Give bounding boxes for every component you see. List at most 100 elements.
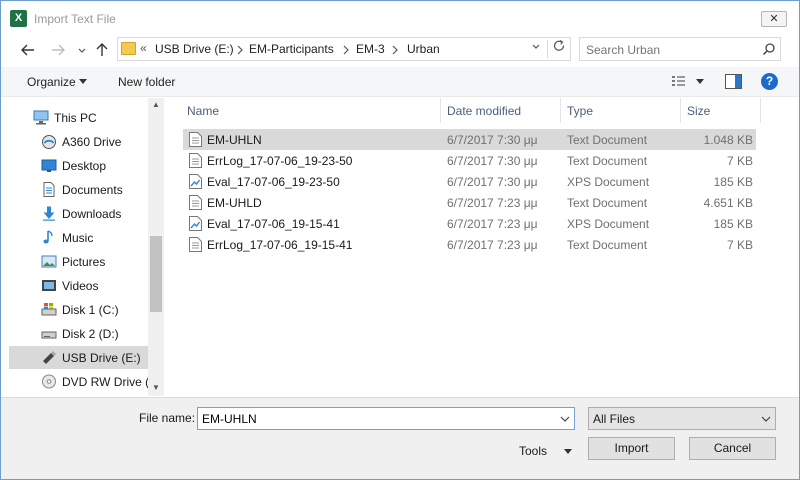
file-date: 6/7/2017 7:23 μμ — [447, 238, 538, 252]
view-list-icon[interactable] — [671, 75, 687, 89]
nav-item-a360-drive[interactable]: A360 Drive — [9, 130, 148, 153]
downloads-icon — [43, 206, 55, 221]
cancel-button[interactable]: Cancel — [689, 437, 776, 460]
music-icon — [43, 230, 53, 244]
nav-item-videos[interactable]: Videos — [9, 274, 148, 297]
tools-label: Tools — [519, 444, 548, 458]
refresh-button[interactable] — [549, 39, 569, 59]
nav-item-label: This PC — [54, 111, 97, 125]
address-dropdown-button[interactable] — [526, 39, 546, 59]
column-header-size[interactable]: Size — [681, 98, 761, 123]
chevron-down-icon[interactable] — [558, 411, 572, 427]
nav-item-usb-drive[interactable]: USB Drive (E:) — [9, 346, 148, 369]
nav-item-label: Downloads — [62, 207, 122, 221]
file-type: XPS Document — [567, 175, 650, 189]
import-text-file-dialog: X Import Text File ✕ « USB Drive (E:) EM… — [0, 0, 800, 480]
back-button[interactable] — [18, 40, 38, 60]
nav-item-downloads[interactable]: Downloads — [9, 202, 148, 225]
preview-pane-icon[interactable] — [725, 74, 742, 89]
nav-item-label: Disk 1 (C:) — [62, 303, 119, 317]
tools-menu[interactable]: Tools — [519, 441, 577, 463]
arrow-right-icon — [52, 44, 65, 56]
file-type: Text Document — [567, 133, 648, 147]
chevron-down-icon[interactable] — [759, 411, 773, 427]
file-row[interactable]: EM-UHLN 6/7/2017 7:30 μμ Text Document 1… — [183, 129, 756, 150]
file-type-filter[interactable]: All Files — [588, 407, 776, 430]
nav-item-music[interactable]: Music — [9, 226, 148, 249]
column-header-type[interactable]: Type — [561, 98, 681, 123]
column-header-name[interactable]: Name — [181, 98, 441, 123]
command-toolbar: Organize New folder ? — [1, 67, 799, 97]
recent-locations-button[interactable] — [72, 40, 92, 60]
file-name: ErrLog_17-07-06_19-15-41 — [207, 238, 353, 252]
nav-item-label: Music — [62, 231, 94, 245]
chevron-right-icon[interactable] — [236, 45, 244, 55]
nav-item-label: Pictures — [62, 255, 106, 269]
file-date: 6/7/2017 7:23 μμ — [447, 196, 538, 210]
caret-down-icon — [564, 449, 572, 454]
windows-drive-icon — [41, 303, 57, 316]
file-row[interactable]: Eval_17-07-06_19-23-50 6/7/2017 7:30 μμ … — [183, 171, 756, 192]
file-name-combobox[interactable] — [197, 407, 575, 430]
nav-item-pictures[interactable]: Pictures — [9, 250, 148, 273]
search-icon[interactable] — [762, 42, 776, 56]
caret-down-icon[interactable] — [696, 79, 704, 85]
import-button[interactable]: Import — [588, 437, 675, 460]
address-divider — [547, 40, 548, 58]
nav-item-dvd-rw-drive[interactable]: DVD RW Drive (F — [9, 370, 156, 393]
organize-menu[interactable]: Organize — [27, 75, 76, 89]
usb-drive-icon — [43, 351, 56, 364]
file-row[interactable]: ErrLog_17-07-06_19-15-41 6/7/2017 7:23 μ… — [183, 234, 756, 255]
file-row[interactable]: ErrLog_17-07-06_19-23-50 6/7/2017 7:30 μ… — [183, 150, 756, 171]
file-name: ErrLog_17-07-06_19-23-50 — [207, 154, 353, 168]
new-folder-button[interactable]: New folder — [118, 75, 175, 89]
forward-button[interactable] — [48, 40, 68, 60]
column-header-date-modified[interactable]: Date modified — [441, 98, 561, 123]
file-row[interactable]: EM-UHLD 6/7/2017 7:23 μμ Text Document 4… — [183, 192, 756, 213]
column-header-label: Size — [687, 104, 711, 118]
file-row[interactable]: Eval_17-07-06_19-15-41 6/7/2017 7:23 μμ … — [183, 213, 756, 234]
nav-item-label: A360 Drive — [62, 135, 122, 149]
refresh-icon — [553, 39, 565, 51]
file-date: 6/7/2017 7:23 μμ — [447, 217, 538, 231]
up-button[interactable] — [92, 40, 112, 60]
address-bar[interactable]: « USB Drive (E:) EM-Participants EM-3 Ur… — [117, 37, 571, 61]
nav-item-label: Videos — [62, 279, 99, 293]
help-icon[interactable]: ? — [761, 73, 778, 90]
navigation-pane: This PC A360 Drive Desktop Documents Dow… — [9, 98, 164, 396]
close-button[interactable]: ✕ — [761, 11, 787, 27]
file-name-input[interactable] — [202, 411, 552, 427]
file-size: 185 KB — [713, 217, 753, 231]
file-type: Text Document — [567, 238, 648, 252]
nav-item-disk-2[interactable]: Disk 2 (D:) — [9, 322, 148, 345]
arrow-up-icon — [96, 43, 108, 56]
breadcrumb-overflow[interactable]: « — [140, 41, 147, 55]
breadcrumb-em-3[interactable]: EM-3 — [356, 42, 385, 56]
nav-item-this-pc[interactable]: This PC — [9, 106, 148, 129]
chevron-right-icon[interactable] — [391, 45, 399, 55]
text-document-icon — [189, 132, 202, 147]
nav-item-label: DVD RW Drive (F — [62, 375, 157, 389]
navigation-scrollbar[interactable]: ▲ ▼ — [148, 98, 164, 396]
breadcrumb-em-participants[interactable]: EM-Participants — [249, 42, 334, 56]
chevron-right-icon[interactable] — [342, 45, 350, 55]
window-title: Import Text File — [34, 12, 116, 26]
caret-down-icon[interactable] — [79, 79, 87, 85]
xps-document-icon — [189, 216, 202, 231]
breadcrumb-usb-drive[interactable]: USB Drive (E:) — [155, 42, 234, 56]
nav-item-documents[interactable]: Documents — [9, 178, 148, 201]
search-box[interactable] — [579, 37, 781, 61]
file-type: Text Document — [567, 154, 648, 168]
nav-item-disk-1[interactable]: Disk 1 (C:) — [9, 298, 148, 321]
search-input[interactable] — [586, 41, 756, 58]
file-list: Name Date modified Type Size EM-UHLN 6/7… — [165, 98, 799, 396]
breadcrumb-urban[interactable]: Urban — [407, 42, 440, 56]
pictures-icon — [41, 255, 57, 268]
scroll-up-icon[interactable]: ▲ — [148, 98, 164, 112]
nav-item-desktop[interactable]: Desktop — [9, 154, 148, 177]
column-header-label: Type — [567, 104, 594, 118]
file-date: 6/7/2017 7:30 μμ — [447, 133, 538, 147]
folder-icon — [121, 42, 136, 55]
scrollbar-thumb[interactable] — [150, 236, 162, 312]
scroll-down-icon[interactable]: ▼ — [148, 381, 164, 395]
